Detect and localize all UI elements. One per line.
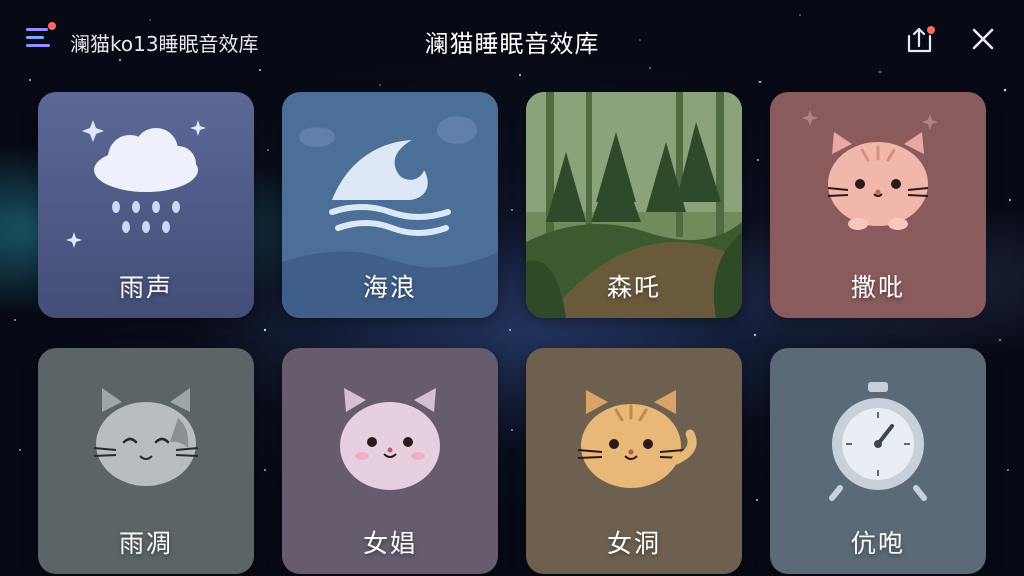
sound-card-label: 女洞 — [606, 529, 661, 558]
share-badge — [927, 26, 935, 34]
share-icon[interactable] — [906, 26, 936, 54]
sound-card-label: 伉咆 — [850, 529, 905, 558]
sound-card-lilac-cat[interactable]: 女娼 — [282, 348, 498, 574]
sound-card-rain[interactable]: 雨声 — [38, 92, 254, 318]
page-title: 澜猫睡眠音效库 — [424, 30, 600, 58]
sound-card-forest[interactable]: 森吒 — [526, 92, 742, 318]
sound-card-label: 雨声 — [118, 273, 173, 302]
sound-card-gray-cat[interactable]: 雨凋 — [38, 348, 254, 574]
sound-card-label: 雨凋 — [118, 529, 173, 558]
sound-card-orange-cat[interactable]: 女洞 — [526, 348, 742, 574]
top-bar: 澜猫ko13睡眠音效库 澜猫睡眠音效库 — [0, 0, 1024, 80]
sound-card-waves[interactable]: 海浪 — [282, 92, 498, 318]
sound-card-pink-cat[interactable]: 撒吡 — [770, 92, 986, 318]
close-icon[interactable] — [970, 26, 996, 52]
sound-card-label: 撒吡 — [850, 273, 905, 302]
sound-card-timer[interactable]: 伉咆 — [770, 348, 986, 574]
sound-card-label: 海浪 — [362, 273, 417, 302]
sound-card-label: 女娼 — [362, 529, 417, 558]
sound-card-label: 森吒 — [606, 273, 661, 302]
